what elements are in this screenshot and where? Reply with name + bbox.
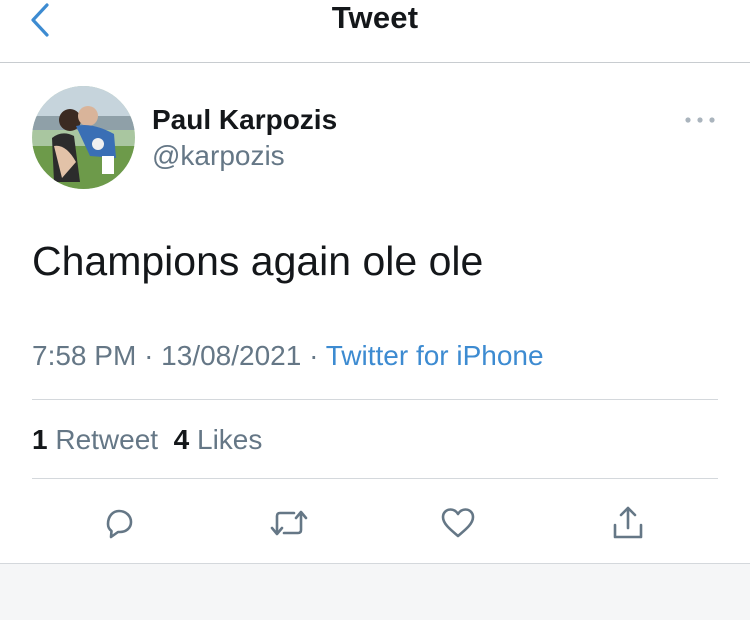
tweet-source-link[interactable]: Twitter for iPhone [326, 340, 544, 371]
retweet-icon [270, 510, 308, 536]
tweet-time: 7:58 PM [32, 340, 137, 371]
meta-separator: · [144, 340, 154, 371]
retweets-stat[interactable]: 1 Retweet [32, 424, 158, 455]
page-title: Tweet [331, 0, 419, 35]
share-icon [613, 506, 643, 539]
meta-separator: · [309, 340, 319, 371]
bottom-toolbar [0, 563, 750, 620]
retweet-button[interactable] [266, 500, 312, 546]
author-name[interactable]: Paul Karpozis [152, 104, 337, 136]
avatar[interactable] [32, 86, 135, 189]
likes-label: Likes [197, 424, 263, 455]
ellipsis-icon [685, 117, 715, 123]
tweet-date: 13/08/2021 [161, 340, 302, 371]
author-handle[interactable]: @karpozis [152, 140, 285, 172]
retweets-label: Retweet [55, 424, 159, 455]
avatar-photo [32, 86, 135, 189]
reply-button[interactable] [95, 500, 141, 546]
tweet-stats: 1 Retweet 4 Likes [32, 422, 262, 458]
like-button[interactable] [435, 500, 481, 546]
reply-icon [106, 509, 133, 539]
divider [32, 478, 718, 479]
heart-icon [441, 508, 475, 538]
action-bar [0, 500, 750, 546]
likes-stat[interactable]: 4 Likes [174, 424, 263, 455]
tweet-meta: 7:58 PM · 13/08/2021 · Twitter for iPhon… [32, 338, 544, 374]
tweet-text: Champions again ole ole [32, 238, 484, 284]
share-button[interactable] [605, 500, 651, 546]
header-bar: Tweet [0, 0, 750, 63]
retweets-count: 1 [32, 424, 48, 455]
likes-count: 4 [173, 424, 190, 455]
divider [32, 399, 718, 400]
more-options-button[interactable] [680, 108, 720, 132]
